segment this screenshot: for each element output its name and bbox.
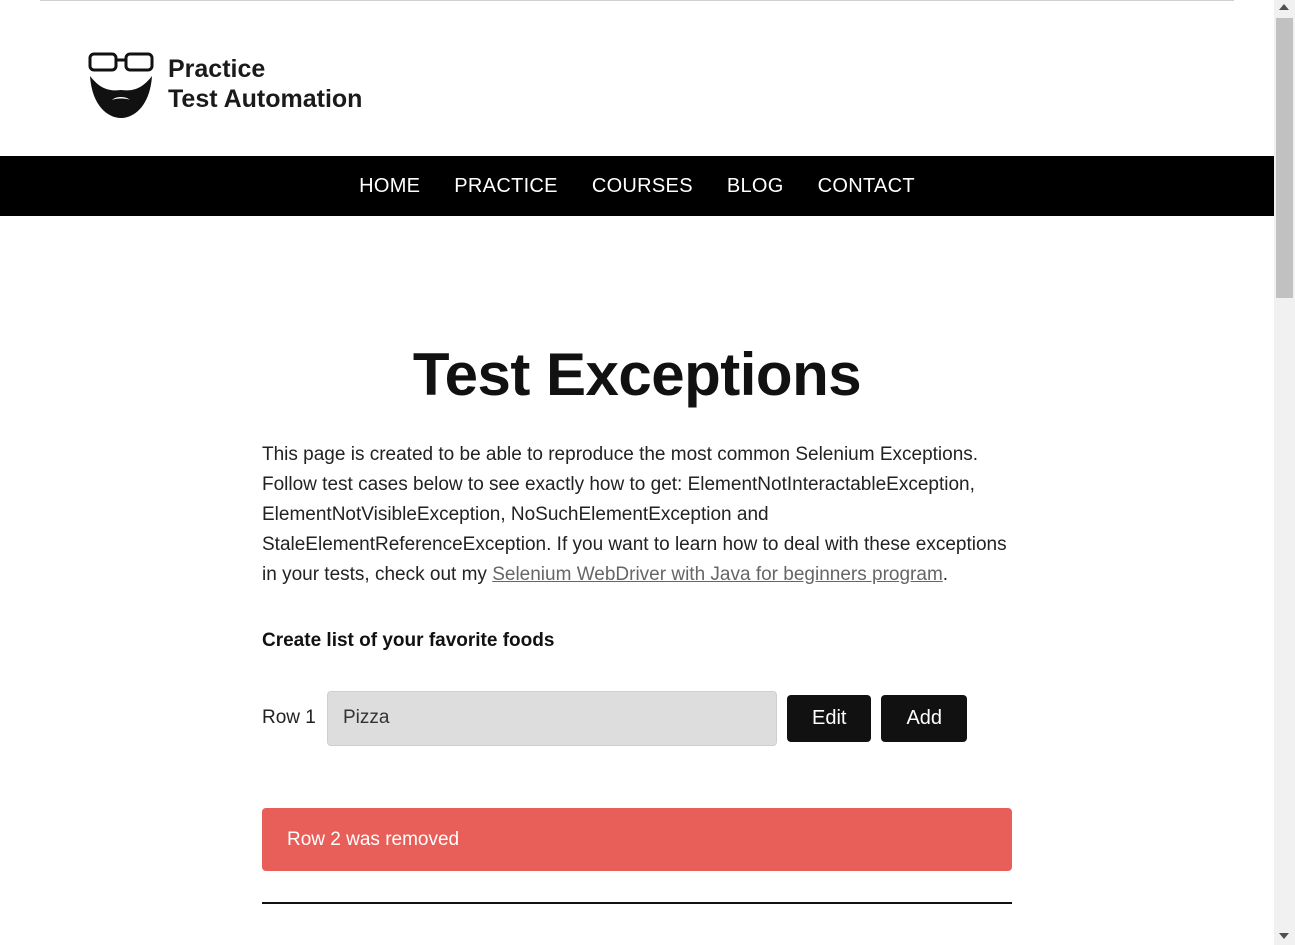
add-button[interactable]: Add xyxy=(881,694,968,742)
site-logo[interactable]: Practice Test Automation xyxy=(86,46,386,122)
scroll-up-arrow-icon[interactable] xyxy=(1279,4,1289,10)
edit-button[interactable]: Edit xyxy=(787,694,872,742)
course-link[interactable]: Selenium WebDriver with Java for beginne… xyxy=(492,564,943,585)
logo-beard-glasses-icon xyxy=(88,52,154,118)
nav-courses[interactable]: COURSES xyxy=(592,175,693,198)
food-row-1: Row 1 Edit Add xyxy=(262,690,1012,746)
intro-paragraph: This page is created to be able to repro… xyxy=(262,440,1012,590)
logo-text: Practice Test Automation xyxy=(168,54,362,114)
main-nav: HOME PRACTICE COURSES BLOG CONTACT xyxy=(0,156,1274,216)
nav-contact[interactable]: CONTACT xyxy=(818,175,915,198)
logo-line1: Practice xyxy=(168,55,266,83)
alert-message: Row 2 was removed xyxy=(262,808,1012,871)
scroll-thumb[interactable] xyxy=(1276,18,1293,298)
nav-home[interactable]: HOME xyxy=(359,175,420,198)
scroll-down-arrow-icon[interactable] xyxy=(1279,933,1289,939)
scrollbar[interactable] xyxy=(1274,0,1295,945)
row-1-input[interactable] xyxy=(327,690,777,746)
logo-line2: Test Automation xyxy=(168,85,363,113)
section-divider xyxy=(262,902,1012,904)
nav-practice[interactable]: PRACTICE xyxy=(454,175,558,198)
section-heading: Create list of your favorite foods xyxy=(262,630,555,651)
intro-end: . xyxy=(942,564,949,585)
nav-blog[interactable]: BLOG xyxy=(727,175,784,198)
page-title: Test Exceptions xyxy=(412,341,862,408)
main-content: Test Exceptions This page is created to … xyxy=(262,330,1012,904)
top-divider xyxy=(40,0,1234,1)
row-label: Row 1 xyxy=(262,707,316,728)
